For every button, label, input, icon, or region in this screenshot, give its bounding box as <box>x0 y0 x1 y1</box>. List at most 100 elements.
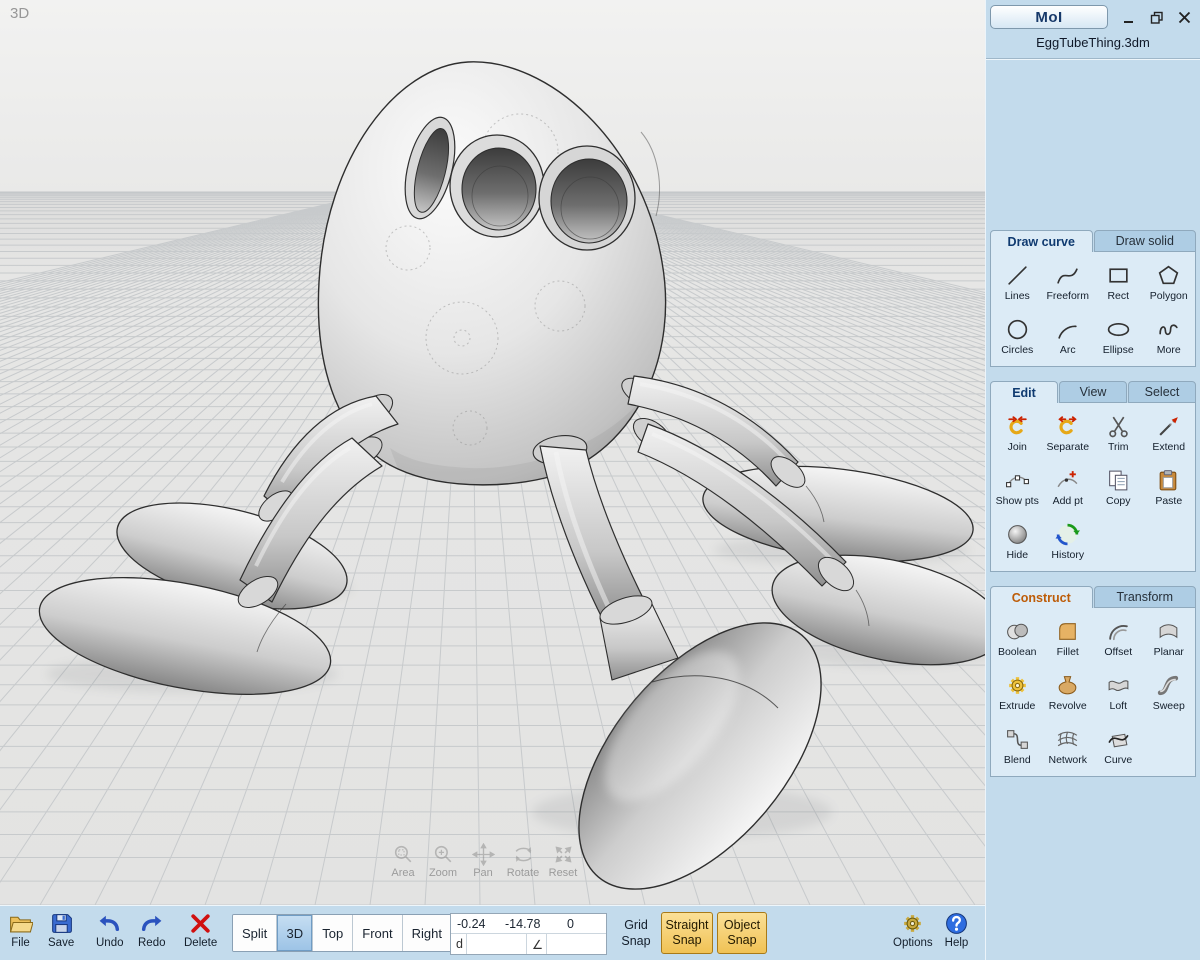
save-button[interactable]: Save <box>48 911 74 949</box>
grid-snap-toggle[interactable]: Grid Snap <box>613 917 659 950</box>
tool-polygon[interactable]: Polygon <box>1144 255 1195 309</box>
edit-tools: Join Separate Trim Extend Show pts <box>990 403 1196 572</box>
view-button-top[interactable]: Top <box>313 915 353 951</box>
floppy-disk-icon <box>49 911 74 936</box>
redo-button[interactable]: Redo <box>138 911 166 949</box>
tab-edit[interactable]: Edit <box>990 381 1058 403</box>
straight-snap-toggle[interactable]: Straight Snap <box>661 912 713 954</box>
view-button-front[interactable]: Front <box>353 915 402 951</box>
viewport-3d[interactable]: 3D <box>0 0 985 905</box>
view-button-right[interactable]: Right <box>403 915 451 951</box>
bottom-toolbar: File Save Undo Redo Delete Split 3D Top … <box>0 905 985 960</box>
tool-fillet[interactable]: Fillet <box>1043 611 1094 665</box>
tool-revolve[interactable]: Revolve <box>1043 665 1094 719</box>
lines-icon <box>1005 263 1030 288</box>
draw-tools: Lines Freeform Rect Polygon Circles <box>990 252 1196 367</box>
pan-arrows-icon <box>472 843 495 866</box>
tool-copy[interactable]: Copy <box>1093 460 1144 514</box>
fillet-icon <box>1055 619 1080 644</box>
delete-button[interactable]: Delete <box>184 911 217 949</box>
distance-label: d <box>451 937 466 951</box>
tool-loft[interactable]: Loft <box>1093 665 1144 719</box>
tool-add-pt[interactable]: Add pt <box>1043 460 1094 514</box>
tool-trim[interactable]: Trim <box>1093 406 1144 460</box>
scissors-icon <box>1106 414 1131 439</box>
view-button-split[interactable]: Split <box>233 915 277 951</box>
tool-planar[interactable]: Planar <box>1144 611 1195 665</box>
add-point-icon <box>1055 468 1080 493</box>
tool-hide[interactable]: Hide <box>992 514 1043 568</box>
view-switcher: Split 3D Top Front Right <box>232 914 452 952</box>
tool-join[interactable]: Join <box>992 406 1043 460</box>
join-icon <box>1005 414 1030 439</box>
tab-construct[interactable]: Construct <box>990 586 1093 608</box>
object-snap-toggle[interactable]: Object Snap <box>717 912 767 954</box>
tool-boolean[interactable]: Boolean <box>992 611 1043 665</box>
options-button[interactable]: Options <box>893 911 933 949</box>
xyz-coordinates: -0.24 -14.78 0 <box>451 914 606 934</box>
draw-panel: Draw curve Draw solid Lines Freeform Rec… <box>990 230 1196 367</box>
tool-separate[interactable]: Separate <box>1043 406 1094 460</box>
moi-menu-button[interactable]: MoI <box>990 5 1108 29</box>
tool-extend[interactable]: Extend <box>1144 406 1195 460</box>
redo-arrow-icon <box>139 911 164 936</box>
extend-icon <box>1156 414 1181 439</box>
viewport-name-label[interactable]: 3D <box>10 5 29 22</box>
minimize-button[interactable] <box>1119 9 1138 26</box>
help-button[interactable]: Help <box>944 911 969 949</box>
tool-more[interactable]: More <box>1144 309 1195 363</box>
tool-offset[interactable]: Offset <box>1093 611 1144 665</box>
tool-history[interactable]: History <box>1043 514 1094 568</box>
tab-draw-curve[interactable]: Draw curve <box>990 230 1093 252</box>
tool-rect[interactable]: Rect <box>1093 255 1144 309</box>
area-zoom-control[interactable]: Area <box>383 843 423 879</box>
tab-transform[interactable]: Transform <box>1094 586 1197 608</box>
rotate-orbit-icon <box>512 843 535 866</box>
sweep-icon <box>1156 673 1181 698</box>
undo-button[interactable]: Undo <box>96 911 124 949</box>
revolve-icon <box>1055 673 1080 698</box>
tool-circles[interactable]: Circles <box>992 309 1043 363</box>
construct-tabs: Construct Transform <box>990 586 1196 608</box>
zoom-control[interactable]: Zoom <box>423 843 463 879</box>
history-icon <box>1055 522 1080 547</box>
tool-freeform[interactable]: Freeform <box>1043 255 1094 309</box>
planar-icon <box>1156 619 1181 644</box>
tool-ellipse[interactable]: Ellipse <box>1093 309 1144 363</box>
tab-view[interactable]: View <box>1059 381 1127 403</box>
network-icon <box>1055 727 1080 752</box>
blend-icon <box>1005 727 1030 752</box>
tab-select[interactable]: Select <box>1128 381 1196 403</box>
file-button[interactable]: File <box>8 911 33 949</box>
distance-input[interactable] <box>466 934 527 954</box>
copy-icon <box>1106 468 1131 493</box>
rotate-control[interactable]: Rotate <box>503 843 543 879</box>
tab-draw-solid[interactable]: Draw solid <box>1094 230 1197 252</box>
distance-angle-row: d ∠ <box>451 934 606 954</box>
reset-view-control[interactable]: Reset <box>543 843 583 879</box>
tool-extrude[interactable]: Extrude <box>992 665 1043 719</box>
tool-lines[interactable]: Lines <box>992 255 1043 309</box>
gear-extrude-icon <box>1005 673 1030 698</box>
titlebar: MoI <box>986 0 1200 30</box>
maximize-button[interactable] <box>1147 9 1166 26</box>
rectangle-icon <box>1106 263 1131 288</box>
tool-paste[interactable]: Paste <box>1144 460 1195 514</box>
boolean-icon <box>1005 619 1030 644</box>
coord-y-value: -14.78 <box>505 917 567 931</box>
tool-blend[interactable]: Blend <box>992 719 1043 773</box>
angle-input[interactable] <box>546 934 606 954</box>
restore-icon <box>1149 10 1165 25</box>
view-button-3d[interactable]: 3D <box>277 915 313 951</box>
edit-tabs: Edit View Select <box>990 381 1196 403</box>
tool-curve[interactable]: Curve <box>1093 719 1144 773</box>
tool-arc[interactable]: Arc <box>1043 309 1094 363</box>
ellipse-icon <box>1106 317 1131 342</box>
tool-sweep[interactable]: Sweep <box>1144 665 1195 719</box>
close-button[interactable] <box>1175 9 1194 26</box>
tool-network[interactable]: Network <box>1043 719 1094 773</box>
pan-control[interactable]: Pan <box>463 843 503 879</box>
minimize-icon <box>1121 10 1136 25</box>
viewport-canvas[interactable] <box>0 0 985 905</box>
tool-show-pts[interactable]: Show pts <box>992 460 1043 514</box>
